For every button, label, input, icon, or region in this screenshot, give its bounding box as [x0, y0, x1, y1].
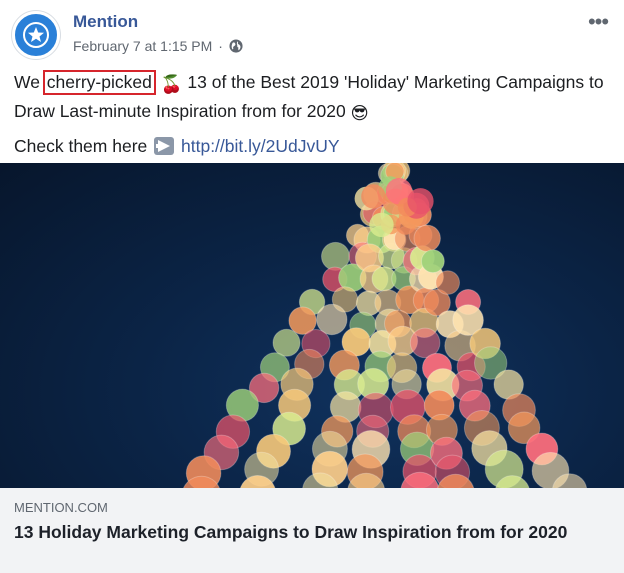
globe-icon[interactable] — [229, 39, 243, 53]
meta-separator: · — [218, 38, 223, 54]
preview-domain: MENTION.COM — [14, 500, 108, 515]
cherry-emoji: 🍒 — [160, 74, 183, 94]
check-text: Check them here — [14, 136, 153, 156]
post-line-1: We cherry-picked 🍒 13 of the Best 2019 '… — [14, 69, 614, 127]
preview-headline[interactable]: 13 Holiday Marketing Campaigns to Draw I… — [14, 520, 604, 544]
bokeh-lights-image — [182, 163, 588, 488]
bokeh-light — [272, 328, 301, 357]
post-line-2: Check them here http://bit.ly/2UdJvUY — [14, 133, 614, 160]
post-meta: February 7 at 1:15 PM · — [73, 38, 243, 54]
bokeh-light — [413, 224, 441, 253]
page-name[interactable]: Mention — [73, 12, 138, 32]
bokeh-light — [369, 212, 394, 238]
post-message: We cherry-picked 🍒 13 of the Best 2019 '… — [14, 69, 614, 160]
right-arrow-icon — [154, 137, 175, 155]
avatar[interactable] — [12, 11, 60, 59]
timestamp[interactable]: February 7 at 1:15 PM — [73, 38, 212, 54]
sunglasses-emoji: 😎 — [350, 103, 369, 123]
post-link[interactable]: http://bit.ly/2UdJvUY — [181, 136, 340, 156]
link-preview-footer[interactable]: MENTION.COM 13 Holiday Marketing Campaig… — [0, 488, 624, 573]
more-horizontal-icon[interactable]: ••• — [584, 9, 612, 34]
link-preview-image[interactable] — [0, 163, 624, 488]
star-icon — [23, 22, 49, 48]
bokeh-light — [407, 188, 434, 215]
facebook-post: Mention February 7 at 1:15 PM · ••• We c… — [0, 0, 624, 573]
post-text-before: We — [14, 72, 45, 92]
bokeh-light — [435, 270, 461, 295]
highlighted-phrase: cherry-picked — [42, 70, 156, 95]
bokeh-light — [361, 184, 386, 209]
bokeh-light — [421, 249, 445, 274]
post-header: Mention February 7 at 1:15 PM · ••• — [12, 9, 612, 60]
